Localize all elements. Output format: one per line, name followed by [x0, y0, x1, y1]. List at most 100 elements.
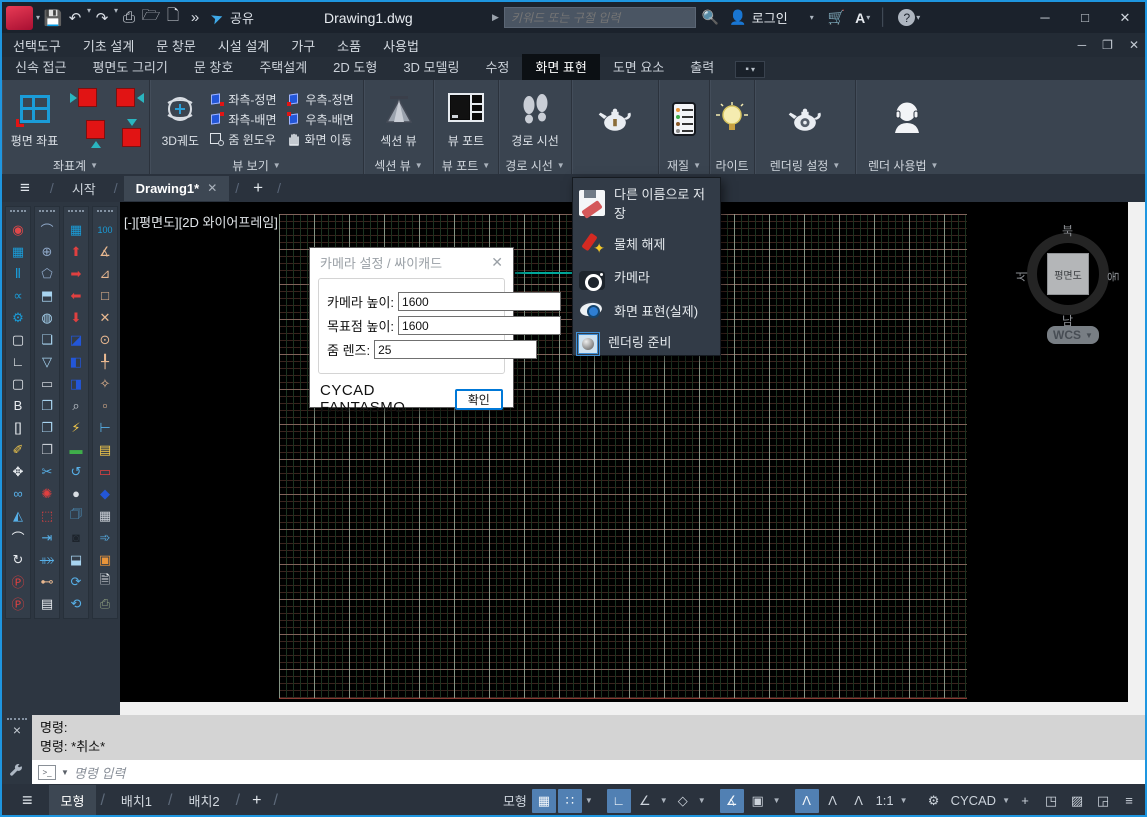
toolbar-grip-handle[interactable] [10, 210, 26, 216]
object-snap-tracking-toggle[interactable]: ∡ [720, 789, 744, 813]
extrude-tool[interactable]: ⬒ [36, 285, 58, 306]
panel-label-path[interactable]: 경로 시선▼ [499, 156, 571, 174]
section-tool[interactable]: Ⅱ [7, 263, 29, 284]
redo-icon[interactable]: ↷ [91, 6, 113, 30]
slab-tool[interactable]: ▭ [36, 373, 58, 394]
printer-tool[interactable]: ⎙ [94, 593, 116, 614]
side-back-tool[interactable]: ◨ [65, 373, 87, 394]
doc-restore-button[interactable]: ❐ [1102, 38, 1113, 52]
dim-linear-tool[interactable]: ⊿ [94, 263, 116, 284]
camera-tool[interactable]: ◙ [65, 527, 87, 548]
command-input-placeholder[interactable]: 명령 입력 [74, 763, 125, 782]
view-right-tool[interactable]: ➡ [65, 263, 87, 284]
snap-mode-toggle[interactable]: ∷ [558, 789, 582, 813]
search-icon[interactable]: 🔍 [702, 9, 719, 26]
revolve-tool[interactable]: ◍ [36, 307, 58, 328]
workspace-switcher[interactable]: CYCAD [948, 789, 1000, 813]
window-grid-tool[interactable]: ▦ [94, 505, 116, 526]
dim-100-tool[interactable]: 100 [94, 219, 116, 240]
arc-tool[interactable]: ⌒ [36, 219, 58, 240]
app-logo[interactable] [6, 6, 33, 30]
view-up-tool[interactable]: ⬆ [65, 241, 87, 262]
walk-path-button[interactable]: 경로 시선 [507, 88, 563, 150]
box2-tool[interactable]: ❐ [36, 417, 58, 438]
sync-tool[interactable]: ⟳ [65, 571, 87, 592]
point-style-tool[interactable]: ⊷ [36, 571, 58, 592]
ucs-tool[interactable]: ◉ [7, 219, 29, 240]
save-icon[interactable]: 💾 [42, 6, 64, 30]
share-plane-icon[interactable]: ➤ [203, 2, 232, 32]
plan-coords-button[interactable]: 평면 좌표 [7, 88, 63, 150]
cone-tool[interactable]: ▽ [36, 351, 58, 372]
ribbon-tab-9[interactable]: 출력 [677, 54, 727, 80]
customize-wrench-icon[interactable] [9, 763, 24, 778]
snap-mode-toggle-arrow[interactable]: ▼ [584, 796, 594, 805]
search-input[interactable] [504, 7, 696, 28]
ribbon-tab-1[interactable]: 평면도 그리기 [79, 54, 180, 80]
box3-tool[interactable]: ❐ [36, 439, 58, 460]
circle-tool[interactable]: ⊕ [36, 241, 58, 262]
vertical-scrollbar[interactable] [1128, 202, 1145, 715]
ribbon-tab-0[interactable]: 신속 접근 [2, 54, 79, 80]
image-tool[interactable]: ▣ [94, 549, 116, 570]
customize-menu-icon[interactable]: ≡ [1117, 789, 1141, 813]
regen-tool[interactable]: ⟲ [65, 593, 87, 614]
layout-menu-icon[interactable]: ≡ [22, 790, 33, 811]
material-button[interactable] [661, 98, 707, 140]
window-cascade-tool[interactable]: ▤ [36, 593, 58, 614]
viewport-label[interactable]: [-][평면도][2D 와이어프레임] [124, 212, 278, 231]
panel-label-viewport[interactable]: 뷰 포트▼ [434, 156, 498, 174]
menu-item-1[interactable]: 물체 해제 [573, 226, 720, 260]
sphere-tool[interactable]: ● [65, 483, 87, 504]
panel-label-section[interactable]: 섹션 뷰▼ [364, 156, 433, 174]
workspace-switcher-arrow[interactable]: ▼ [1001, 796, 1011, 805]
a-arrow-icon[interactable]: ▾ [866, 13, 870, 22]
rect-red-tool[interactable]: ▢ [7, 373, 29, 394]
dim-center-tool[interactable]: ⊙ [94, 329, 116, 350]
rect-frame-tool[interactable]: ▢ [7, 329, 29, 350]
ribbon-tab-8[interactable]: 도면 요소 [600, 54, 677, 80]
toolbar-grip-handle[interactable] [39, 210, 55, 216]
panel-label-coords[interactable]: 좌표계▼ [2, 156, 149, 174]
dialog-title-bar[interactable]: 카메라 설정 / 싸이캐드 ✕ [310, 248, 513, 276]
ribbon-tab-7[interactable]: 화면 표현 [522, 54, 599, 80]
ruler-tool[interactable]: ▤ [94, 439, 116, 460]
rotate-tool[interactable]: ↻ [7, 549, 29, 570]
panel-label-light[interactable]: 라이트 [710, 156, 754, 174]
orbit-3d-button[interactable]: 3D궤도 [157, 88, 203, 150]
autodesk-a-icon[interactable]: A [855, 10, 865, 26]
view-left-tool[interactable]: ⬅ [65, 285, 87, 306]
field-input-0[interactable] [398, 292, 561, 311]
object-snap-toggle[interactable]: ▣ [746, 789, 770, 813]
explode-tool[interactable]: ✺ [36, 483, 58, 504]
ok-button[interactable]: 확인 [455, 389, 504, 410]
isolate-objects-toggle[interactable]: ◳ [1039, 789, 1063, 813]
ribbon-tab-2[interactable]: 문 창호 [181, 54, 247, 80]
coord-left-button[interactable] [78, 88, 97, 107]
field-input-2[interactable] [374, 340, 537, 359]
document-tool[interactable]: 🗎 [94, 571, 116, 592]
new-tab-button[interactable]: + [253, 178, 263, 198]
isodraft-toggle[interactable]: ◇ [671, 789, 695, 813]
user-avatar-icon[interactable]: 👤 [729, 9, 746, 26]
new-layout-button[interactable]: + [252, 792, 261, 810]
tab-start[interactable]: 시작 [60, 174, 108, 203]
coord-up-button[interactable] [86, 120, 105, 139]
hardware-accel-toggle[interactable]: ▨ [1065, 789, 1089, 813]
ribbon-tab-4[interactable]: 2D 도형 [320, 54, 390, 80]
compass-east[interactable]: 동 [1105, 271, 1122, 282]
polar-tracking-toggle-arrow[interactable]: ▼ [659, 796, 669, 805]
dim-h-tool[interactable]: ⊢ [94, 417, 116, 438]
view-button-5[interactable]: 화면 이동 [285, 130, 356, 149]
login-arrow-icon[interactable]: ▾ [810, 13, 814, 22]
clean-screen-toggle[interactable]: ◲ [1091, 789, 1115, 813]
select-window-tool[interactable]: ⬚ [36, 505, 58, 526]
side-front-tool[interactable]: ◧ [65, 351, 87, 372]
annotation-autoscale-toggle[interactable]: Λ [821, 789, 845, 813]
horizontal-scrollbar[interactable] [120, 702, 1128, 715]
polygon-p2-tool[interactable]: Ⓟ [7, 593, 29, 614]
dialog-close-icon[interactable]: ✕ [491, 254, 503, 271]
dim-cross-tool[interactable]: ✕ [94, 307, 116, 328]
doc-close-button[interactable]: ✕ [1129, 38, 1139, 52]
search-expand-icon[interactable]: ▶ [492, 12, 499, 23]
